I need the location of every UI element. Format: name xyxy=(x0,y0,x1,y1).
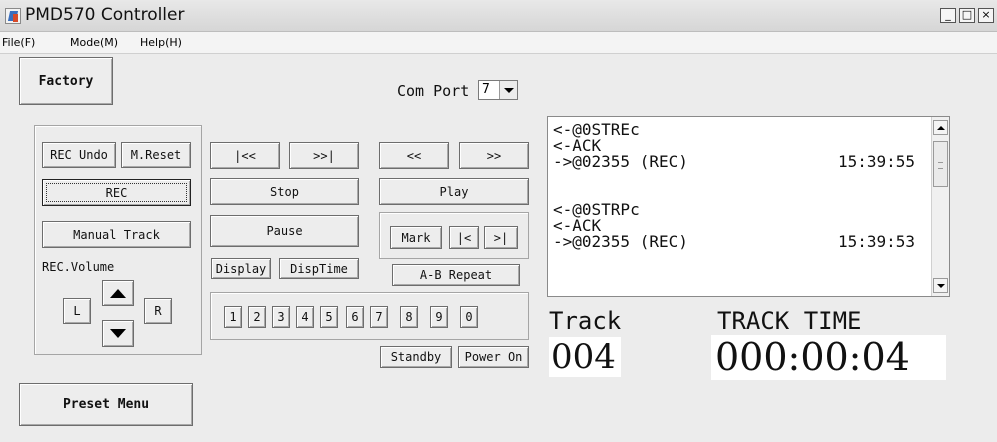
menu-file[interactable]: File(F) xyxy=(2,36,35,49)
skip-back-button[interactable]: |<< xyxy=(210,142,280,169)
stop-button[interactable]: Stop xyxy=(210,178,359,205)
menu-bar: File(F) Mode(M) Help(H) xyxy=(0,32,997,54)
rec-undo-button[interactable]: REC Undo xyxy=(42,142,116,168)
track-time: 000:00:04 xyxy=(711,335,946,380)
volume-down-button[interactable] xyxy=(102,320,134,347)
track-label: Track xyxy=(549,307,622,335)
arrow-down-icon xyxy=(110,329,126,338)
minimize-button[interactable]: _ xyxy=(940,8,956,23)
volume-up-button[interactable] xyxy=(102,280,134,306)
rec-button[interactable]: REC xyxy=(42,179,191,206)
menu-help[interactable]: Help(H) xyxy=(140,36,182,49)
scroll-up-button[interactable] xyxy=(933,120,948,135)
m-reset-button[interactable]: M.Reset xyxy=(121,142,191,168)
com-port-value: 7 xyxy=(482,82,490,97)
log-scrollbar[interactable] xyxy=(931,117,949,296)
log-line: ->@02355 (REC) xyxy=(553,152,688,171)
scroll-up-icon xyxy=(936,125,945,130)
key-7-button[interactable]: 7 xyxy=(370,306,388,328)
window-title: PMD570 Controller xyxy=(25,5,185,25)
key-1-button[interactable]: 1 xyxy=(224,306,242,328)
scroll-thumb[interactable] xyxy=(933,141,948,187)
log-line: ->@02355 (REC) xyxy=(553,232,688,251)
log-timestamp: 15:39:55 xyxy=(838,152,916,171)
power-on-button[interactable]: Power On xyxy=(458,346,529,368)
ab-repeat-button[interactable]: A-B Repeat xyxy=(392,264,520,286)
factory-button[interactable]: Factory xyxy=(19,57,113,105)
com-port-select[interactable]: 7 xyxy=(478,80,518,100)
manual-track-button[interactable]: Manual Track xyxy=(42,221,191,248)
log-panel[interactable]: <-@0STREc <-ACK ->@02355 (REC) 15:39:55 … xyxy=(547,116,950,297)
key-4-button[interactable]: 4 xyxy=(296,306,314,328)
key-3-button[interactable]: 3 xyxy=(272,306,290,328)
key-0-button[interactable]: 0 xyxy=(460,306,478,328)
rec-volume-label: REC.Volume xyxy=(42,260,115,274)
menu-mode[interactable]: Mode(M) xyxy=(70,36,118,49)
key-5-button[interactable]: 5 xyxy=(320,306,338,328)
key-8-button[interactable]: 8 xyxy=(400,306,418,328)
pause-button[interactable]: Pause xyxy=(210,215,359,247)
arrow-up-icon xyxy=(110,288,126,298)
app-icon xyxy=(5,8,21,24)
disp-time-button[interactable]: DispTime xyxy=(279,258,359,279)
display-button[interactable]: Display xyxy=(211,258,271,279)
rewind-button[interactable]: << xyxy=(379,142,449,169)
mark-next-button[interactable]: >| xyxy=(484,226,518,249)
title-bar: PMD570 Controller _ □ × xyxy=(0,0,997,32)
close-button[interactable]: × xyxy=(978,8,994,23)
maximize-button[interactable]: □ xyxy=(959,8,975,23)
fast-forward-button[interactable]: >> xyxy=(459,142,529,169)
volume-left-button[interactable]: L xyxy=(63,298,91,324)
key-2-button[interactable]: 2 xyxy=(248,306,266,328)
skip-forward-button[interactable]: >>| xyxy=(289,142,359,169)
standby-button[interactable]: Standby xyxy=(380,346,452,368)
com-port-label: Com Port xyxy=(397,82,470,100)
scroll-down-button[interactable] xyxy=(933,278,948,293)
scroll-down-icon xyxy=(936,283,945,288)
track-time-label: TRACK TIME xyxy=(717,307,862,335)
volume-right-button[interactable]: R xyxy=(144,298,172,324)
mark-prev-button[interactable]: |< xyxy=(449,226,479,249)
log-timestamp: 15:39:53 xyxy=(838,232,916,251)
key-6-button[interactable]: 6 xyxy=(346,306,364,328)
key-9-button[interactable]: 9 xyxy=(430,306,448,328)
preset-menu-button[interactable]: Preset Menu xyxy=(19,383,193,426)
play-button[interactable]: Play xyxy=(379,178,529,205)
mark-button[interactable]: Mark xyxy=(390,226,442,249)
track-number: 004 xyxy=(549,337,621,377)
dropdown-arrow-icon[interactable] xyxy=(499,81,517,99)
